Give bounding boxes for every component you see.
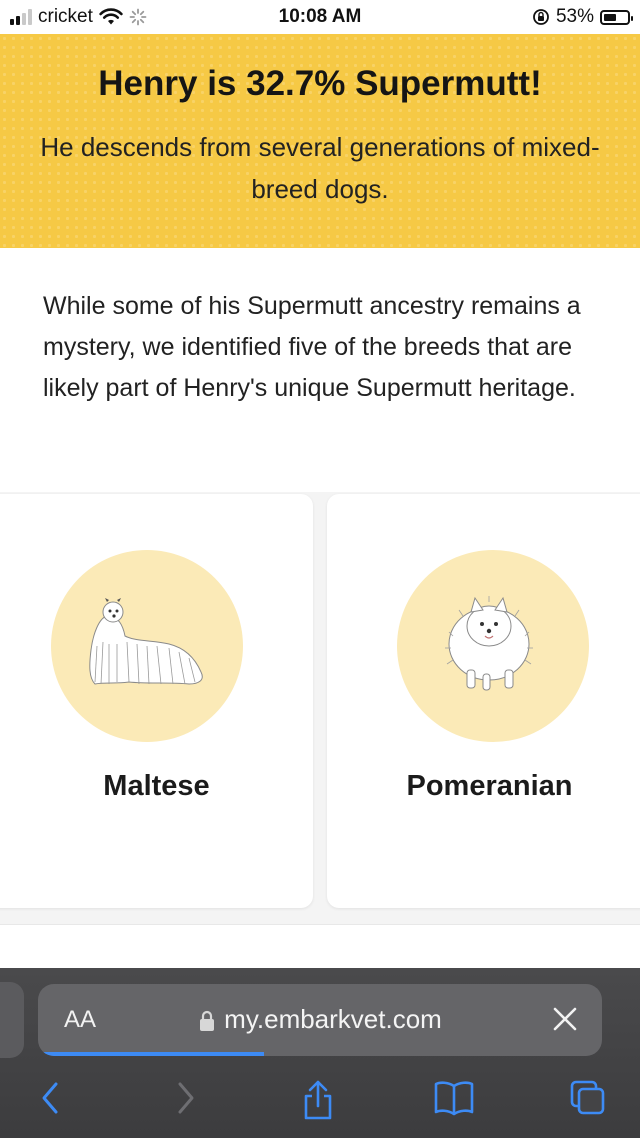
maltese-dog-illustration (89, 598, 203, 685)
battery-percent: 53% (555, 6, 594, 27)
next-section-strip (0, 924, 640, 969)
previous-tab-preview[interactable] (0, 982, 24, 1058)
status-bar: cricket 10:08 AM 53% (0, 0, 640, 34)
page-load-progress (38, 1052, 264, 1056)
url-display[interactable]: my.embarkvet.com (38, 1004, 602, 1035)
intro-text: While some of his Supermutt ancestry rem… (43, 292, 581, 402)
tabs-icon[interactable] (568, 1078, 608, 1118)
carrier-label: cricket (38, 6, 93, 27)
hero-headline: Henry is 32.7% Supermutt! (98, 64, 542, 103)
breed-cards: Maltese Pomeranian (0, 492, 640, 969)
status-right: 53% (532, 6, 633, 28)
loading-spinner-icon (129, 8, 147, 26)
lock-icon (200, 1011, 215, 1032)
address-bar[interactable]: AA my.embarkvet.com (38, 984, 602, 1056)
breed-image-circle (397, 550, 589, 742)
share-icon[interactable] (300, 1078, 336, 1122)
pomeranian-dog-illustration (445, 596, 533, 691)
hero-subtext: He descends from several generations of … (40, 132, 600, 204)
status-left: cricket (10, 6, 147, 28)
breed-card-maltese[interactable]: Maltese (0, 494, 313, 908)
browser-bottom-bar: AA my.embarkvet.com (0, 968, 640, 1138)
browser-toolbar (0, 1068, 640, 1138)
supermutt-hero: Henry is 32.7% Supermutt! He descends fr… (0, 34, 640, 248)
ancestry-intro: While some of his Supermutt ancestry rem… (0, 248, 640, 492)
bookmarks-icon[interactable] (432, 1078, 476, 1118)
back-chevron-icon[interactable] (36, 1078, 64, 1118)
url-text: my.embarkvet.com (224, 1004, 442, 1034)
breed-name: Maltese (103, 770, 210, 802)
cellular-signal-icon (10, 9, 32, 25)
breed-image-circle (51, 550, 243, 742)
stop-loading-icon[interactable] (550, 1004, 580, 1034)
breed-name: Pomeranian (406, 770, 573, 802)
orientation-lock-icon (533, 9, 549, 25)
battery-icon (600, 9, 633, 25)
breed-card-pomeranian[interactable]: Pomeranian (327, 494, 640, 908)
forward-chevron-icon[interactable] (172, 1078, 200, 1118)
wifi-icon (99, 8, 123, 25)
